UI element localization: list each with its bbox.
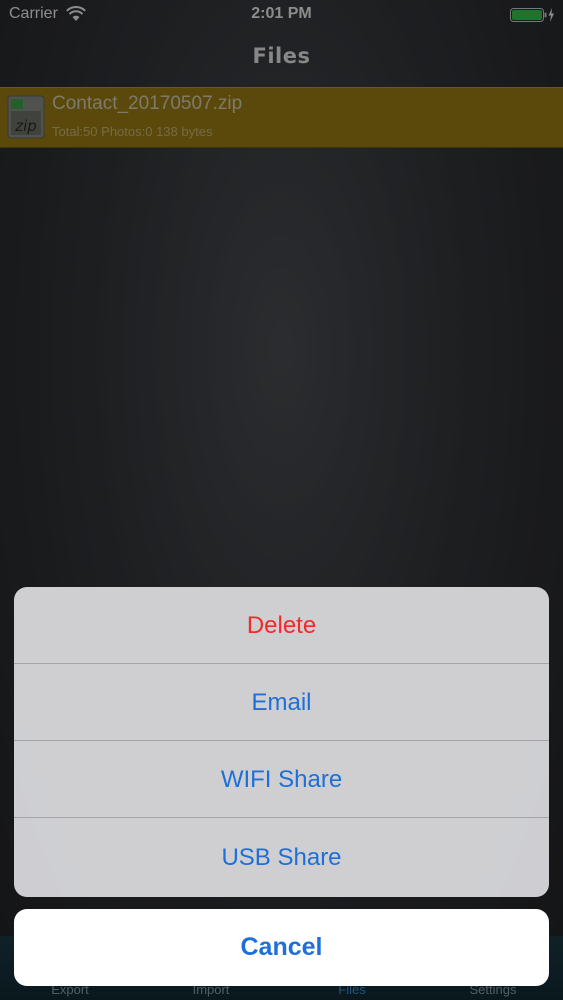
action-sheet: Delete Email WIFI Share USB Share bbox=[14, 587, 549, 897]
wifi-share-button[interactable]: WIFI Share bbox=[14, 741, 549, 818]
app-screen: Carrier 2:01 PM Files zip Contact_201705… bbox=[0, 0, 563, 1000]
cancel-button[interactable]: Cancel bbox=[14, 909, 549, 986]
delete-button[interactable]: Delete bbox=[14, 587, 549, 664]
email-button[interactable]: Email bbox=[14, 664, 549, 741]
usb-share-button[interactable]: USB Share bbox=[14, 818, 549, 896]
